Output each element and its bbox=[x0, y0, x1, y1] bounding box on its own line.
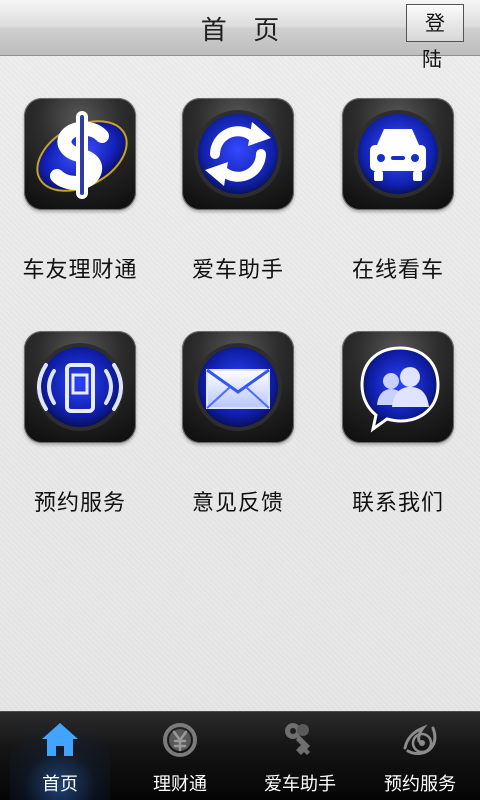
contacts-icon bbox=[342, 331, 454, 443]
car-icon bbox=[342, 98, 454, 210]
dollar-icon bbox=[24, 98, 136, 210]
tab-label: 爱车助手 bbox=[264, 774, 336, 795]
menu-label: 车友理财通 bbox=[22, 258, 138, 283]
tab-car-assistant[interactable]: 爱车助手 bbox=[240, 712, 360, 800]
menu-label: 预约服务 bbox=[33, 491, 126, 516]
tab-label: 预约服务 bbox=[384, 774, 456, 795]
service-icon bbox=[399, 719, 441, 761]
phone-signal-icon bbox=[24, 331, 136, 443]
key-icon bbox=[279, 719, 321, 761]
top-bar: 首 页 登陆 bbox=[0, 0, 480, 71]
home-icon bbox=[39, 719, 81, 761]
bottom-tab-bar: 首页 理财通 爱车助手 预约服务 bbox=[0, 711, 480, 800]
menu-label: 爱车助手 bbox=[191, 258, 284, 283]
tab-finance[interactable]: 理财通 bbox=[120, 712, 240, 800]
tab-home[interactable]: 首页 bbox=[0, 712, 120, 800]
yen-icon bbox=[159, 719, 201, 761]
menu-label: 在线看车 bbox=[351, 258, 444, 283]
tab-label: 理财通 bbox=[153, 774, 207, 795]
tab-appointment[interactable]: 预约服务 bbox=[360, 712, 480, 800]
refresh-icon bbox=[182, 98, 294, 210]
tab-label: 首页 bbox=[42, 774, 78, 795]
login-button[interactable]: 登陆 bbox=[406, 4, 464, 71]
menu-label: 联系我们 bbox=[351, 491, 444, 516]
mail-icon bbox=[182, 331, 294, 443]
menu-label: 意见反馈 bbox=[191, 491, 284, 516]
